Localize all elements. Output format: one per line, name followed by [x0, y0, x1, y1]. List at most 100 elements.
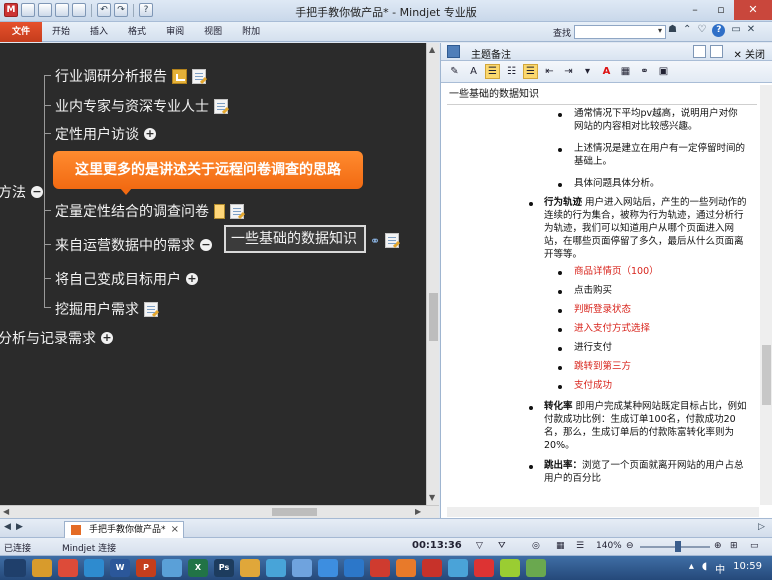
collapse-icon[interactable]: −: [31, 186, 43, 198]
map-vertical-scrollbar[interactable]: ▲ ▼: [426, 43, 439, 505]
attachment-icon[interactable]: [214, 203, 225, 219]
fit-map-icon[interactable]: ⊞: [730, 541, 738, 551]
notes-horizontal-scrollbar[interactable]: [447, 507, 759, 517]
find-dropdown-icon[interactable]: ▾: [658, 26, 662, 35]
notes-close-button[interactable]: ✕ 关闭: [733, 46, 765, 61]
app-icon[interactable]: [396, 559, 416, 577]
app-icon[interactable]: [500, 559, 520, 577]
notes-vertical-scrollbar[interactable]: [760, 85, 772, 505]
tab-format[interactable]: 格式: [118, 22, 156, 42]
tab-prev-icon[interactable]: ◀: [4, 522, 11, 532]
panel-toggle-icon[interactable]: ▭: [750, 541, 759, 551]
filter-icon[interactable]: ▽: [476, 541, 483, 551]
app-icon[interactable]: [370, 559, 390, 577]
tab-addins[interactable]: 附加: [232, 22, 270, 42]
file-explorer-icon[interactable]: [32, 559, 52, 577]
scroll-left-icon[interactable]: ◀: [3, 507, 9, 516]
dock-panel-icon[interactable]: [710, 45, 723, 58]
font-icon[interactable]: A: [466, 64, 481, 79]
format-painter-icon[interactable]: [72, 3, 86, 17]
close-doc-icon[interactable]: ✕: [747, 24, 755, 37]
mindjet-connect[interactable]: Mindjet 连接: [62, 541, 116, 554]
topic-industry-report[interactable]: 行业调研分析报告: [55, 66, 206, 86]
expand-icon[interactable]: +: [186, 273, 198, 285]
decrease-indent-icon[interactable]: ⇤: [542, 64, 557, 79]
topic-dig-needs[interactable]: 挖掘用户需求: [55, 299, 158, 319]
note-icon[interactable]: [230, 203, 244, 219]
collapse-ribbon-icon[interactable]: ⌃: [683, 24, 691, 37]
scroll-up-icon[interactable]: ▲: [429, 45, 435, 54]
highlight-color-icon[interactable]: ▾: [580, 64, 595, 79]
note-icon[interactable]: [214, 98, 228, 114]
open-icon[interactable]: [38, 3, 52, 17]
restore-icon[interactable]: ▭: [731, 24, 740, 37]
note-icon[interactable]: [192, 68, 206, 84]
topic-analyze-record[interactable]: 分析与记录需求 +: [0, 328, 113, 348]
minimize-button[interactable]: –: [682, 0, 708, 20]
note-title-field[interactable]: 一些基础的数据知识: [447, 85, 757, 105]
document-tab[interactable]: 手把手教你做产品* ×: [64, 521, 184, 538]
expand-icon[interactable]: +: [101, 332, 113, 344]
app-icon[interactable]: [162, 559, 182, 577]
map-view-icon[interactable]: ▦: [556, 541, 565, 551]
link-icon[interactable]: ⚭: [637, 64, 652, 79]
image-icon[interactable]: ▣: [656, 64, 671, 79]
find-input[interactable]: [574, 25, 666, 39]
topic-parent[interactable]: 方法 −: [0, 182, 43, 202]
collapse-icon[interactable]: −: [200, 239, 212, 251]
app-icon[interactable]: [344, 559, 364, 577]
tab-file[interactable]: 文件: [0, 22, 43, 42]
float-panel-icon[interactable]: [693, 45, 706, 58]
maximize-button[interactable]: ▫: [708, 0, 734, 20]
map-canvas[interactable]: 方法 − 行业调研分析报告 业内专家与资深专业人士 定性用户访谈 + 这里更多的…: [0, 43, 426, 505]
topic-experts[interactable]: 业内专家与资深专业人士: [55, 96, 228, 116]
tab-home[interactable]: 开始: [42, 22, 80, 42]
font-color-icon[interactable]: A: [599, 64, 614, 79]
bullet-list-icon[interactable]: ☰: [523, 64, 538, 79]
ime-indicator[interactable]: 中: [715, 561, 725, 576]
app-icon[interactable]: [448, 559, 468, 577]
tab-menu-icon[interactable]: ▷: [758, 522, 765, 532]
funnel-icon[interactable]: ⛛: [498, 541, 506, 551]
photoshop-icon[interactable]: Ps: [214, 559, 234, 577]
app-icon[interactable]: [266, 559, 286, 577]
expand-icon[interactable]: +: [144, 128, 156, 140]
note-icon[interactable]: [144, 301, 158, 317]
scroll-thumb[interactable]: [429, 293, 438, 341]
map-horizontal-scrollbar[interactable]: ◀ ▶: [0, 505, 439, 518]
tab-view[interactable]: 视图: [194, 22, 232, 42]
clock[interactable]: 10:59: [733, 561, 762, 576]
zoom-out-icon[interactable]: ⊖: [626, 541, 634, 551]
scroll-thumb[interactable]: [762, 345, 771, 405]
topic-survey[interactable]: 定量定性结合的调查问卷: [55, 201, 244, 221]
outline-view-icon[interactable]: ☰: [576, 541, 584, 551]
close-window-button[interactable]: ✕: [734, 0, 772, 20]
help-icon[interactable]: ?: [139, 3, 153, 17]
scroll-thumb[interactable]: [272, 508, 317, 516]
mindjet-taskbar-icon[interactable]: [422, 559, 442, 577]
browser-icon[interactable]: [84, 559, 104, 577]
zoom-in-icon[interactable]: ⊕: [714, 541, 722, 551]
link-icon[interactable]: ⚭: [370, 234, 380, 248]
numbered-list-icon[interactable]: ☷: [504, 64, 519, 79]
app-icon[interactable]: [474, 559, 494, 577]
app-icon[interactable]: [526, 559, 546, 577]
favorite-icon[interactable]: ♡: [697, 24, 706, 37]
undo-icon[interactable]: ↶: [97, 3, 111, 17]
powerpoint-icon[interactable]: P: [136, 559, 156, 577]
app-icon[interactable]: [292, 559, 312, 577]
note-body[interactable]: 通常情况下平均pv越高，说明用户对你网站的内容相对比较感兴趣。 上述情况是建立在…: [441, 107, 759, 507]
new-icon[interactable]: [21, 3, 35, 17]
topic-ops-data[interactable]: 来自运营数据中的需求 −: [55, 235, 212, 255]
volume-icon[interactable]: ◖: [702, 561, 707, 576]
scroll-right-icon[interactable]: ▶: [415, 507, 421, 516]
topic-become-user[interactable]: 将自己变成目标用户 +: [55, 269, 198, 289]
account-icon[interactable]: ☗: [668, 24, 677, 37]
app-icon[interactable]: [240, 559, 260, 577]
view-mode-icon[interactable]: ◎: [532, 541, 540, 551]
app-icon[interactable]: [318, 559, 338, 577]
zoom-slider-handle[interactable]: [675, 541, 681, 552]
note-icon[interactable]: [385, 233, 400, 248]
table-icon[interactable]: ▦: [618, 64, 633, 79]
network-icon[interactable]: ▴: [689, 561, 694, 576]
